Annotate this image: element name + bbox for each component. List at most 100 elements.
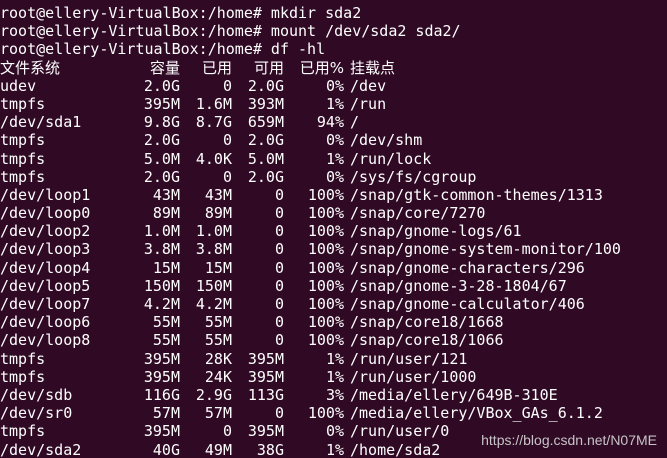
- cell-use-pct: 94%: [316, 113, 344, 132]
- cell-filesystem: udev: [0, 76, 37, 95]
- header-mounted-on: 挂载点: [350, 58, 396, 77]
- cell-used: 0: [222, 76, 232, 95]
- cell-avail: 5.0M: [247, 149, 284, 168]
- cell-used: 2.9G: [195, 385, 232, 404]
- cell-used: 24K: [204, 367, 232, 386]
- cell-filesystem: /dev/sr0: [0, 404, 73, 423]
- cell-filesystem: tmpfs: [0, 149, 46, 168]
- cell-filesystem: tmpfs: [0, 349, 46, 368]
- cell-used: 57M: [204, 404, 232, 423]
- cell-avail: 0: [274, 295, 284, 313]
- cell-used: 43M: [204, 185, 232, 204]
- cell-size: 89M: [152, 204, 180, 223]
- cell-used: 4.2M: [195, 295, 232, 313]
- cell-size: 395M: [143, 422, 180, 441]
- cell-size: 150M: [143, 276, 180, 295]
- cell-use-pct: 0%: [325, 422, 344, 441]
- df-row: /dev/sr0 57M 57M 0 100% /media/ellery/VBox_GA…: [0, 404, 667, 422]
- cell-filesystem: tmpfs: [0, 94, 46, 113]
- df-row: tmpfs 5.0M 4.0K 5.0M 1% /run/lock: [0, 150, 667, 168]
- cell-mounted-on: /run/lock: [350, 149, 432, 168]
- header-avail: 可用: [253, 58, 284, 77]
- command-line-df: root@ellery-VirtualBox:/home# df -hl: [0, 40, 326, 59]
- cell-avail: 393M: [247, 94, 284, 113]
- cell-used: 8.7G: [195, 113, 232, 132]
- cell-mounted-on: /home/sda2: [350, 440, 441, 458]
- cell-use-pct: 1%: [325, 349, 344, 368]
- df-row: /dev/loop5 150M 150M 0 100% /snap/gnome-3-28-…: [0, 277, 667, 295]
- cell-used: 1.0M: [195, 222, 232, 241]
- cell-use-pct: 0%: [325, 76, 344, 95]
- cell-filesystem: /dev/loop8: [0, 331, 91, 350]
- cell-mounted-on: /snap/core18/1668: [350, 313, 504, 332]
- cell-used: 15M: [204, 258, 232, 277]
- cell-avail: 0: [274, 185, 284, 204]
- cell-filesystem: /dev/sda2: [0, 440, 82, 458]
- cell-mounted-on: /snap/gnome-system-monitor/100: [350, 240, 621, 259]
- cell-use-pct: 100%: [307, 240, 344, 259]
- cell-used: 89M: [204, 204, 232, 223]
- df-row: /dev/loop0 89M 89M 0 100% /snap/core/7270: [0, 204, 667, 222]
- df-row: /dev/loop2 1.0M 1.0M 0 100% /snap/gnome-logs/…: [0, 222, 667, 240]
- cell-use-pct: 1%: [325, 367, 344, 386]
- cell-avail: 0: [274, 276, 284, 295]
- cell-filesystem: /dev/loop5: [0, 276, 91, 295]
- cell-use-pct: 1%: [325, 94, 344, 113]
- cell-mounted-on: /media/ellery/649B-310E: [350, 385, 558, 404]
- cell-avail: 0: [274, 331, 284, 350]
- cell-avail: 395M: [247, 422, 284, 441]
- cell-avail: 395M: [247, 349, 284, 368]
- terminal-window[interactable]: root@ellery-VirtualBox:/home# mkdir sda2…: [0, 0, 667, 458]
- cell-avail: 395M: [247, 367, 284, 386]
- cell-size: 4.2M: [143, 295, 180, 313]
- cell-size: 116G: [143, 385, 180, 404]
- df-rows: udev 2.0G 0 2.0G 0%/dev tmpfs 395M 1.6M 393M 1%/r…: [0, 77, 667, 458]
- command-line-mkdir: root@ellery-VirtualBox:/home# mkdir sda2: [0, 4, 362, 22]
- cell-size: 5.0M: [143, 149, 180, 168]
- cell-filesystem: /dev/loop0: [0, 204, 91, 223]
- cell-size: 9.8G: [143, 113, 180, 132]
- cell-used: 28K: [204, 349, 232, 368]
- df-row: /dev/loop4 15M 15M 0 100% /snap/gnome-charact…: [0, 259, 667, 277]
- df-row: tmpfs 395M 24K 395M 1% /run/user/1000: [0, 368, 667, 386]
- cell-avail: 0: [274, 222, 284, 241]
- cell-use-pct: 1%: [325, 440, 344, 458]
- cell-use-pct: 100%: [307, 258, 344, 277]
- cell-used: 0: [222, 131, 232, 150]
- cell-filesystem: /dev/sdb: [0, 385, 73, 404]
- df-row: /dev/sda1 9.8G 8.7G 659M 94% /: [0, 113, 667, 131]
- df-row: tmpfs 2.0G 0 2.0G 0% /sys/fs/cgroup: [0, 168, 667, 186]
- cell-mounted-on: /run/user/121: [350, 349, 468, 368]
- cell-mounted-on: /snap/core/7270: [350, 204, 486, 223]
- cell-use-pct: 100%: [307, 222, 344, 241]
- cell-mounted-on: /dev/shm: [350, 131, 423, 150]
- df-row: tmpfs 395M 1.6M 393M 1% /run: [0, 95, 667, 113]
- cell-avail: 659M: [247, 113, 284, 132]
- cell-avail: 0: [274, 240, 284, 259]
- cell-filesystem: tmpfs: [0, 167, 46, 186]
- cell-use-pct: 1%: [325, 149, 344, 168]
- cell-avail: 2.0G: [247, 131, 284, 150]
- cell-used: 0: [222, 167, 232, 186]
- cell-used: 55M: [204, 313, 232, 332]
- cell-size: 395M: [143, 367, 180, 386]
- cell-mounted-on: /media/ellery/VBox_GAs_6.1.2: [350, 404, 603, 423]
- cell-mounted-on: /snap/gnome-logs/61: [350, 222, 522, 241]
- header-size: 容量: [149, 58, 180, 77]
- cell-size: 43M: [152, 185, 180, 204]
- cell-mounted-on: /snap/gnome-3-28-1804/67: [350, 276, 567, 295]
- cell-use-pct: 100%: [307, 313, 344, 332]
- cell-filesystem: /dev/loop3: [0, 240, 91, 259]
- cell-use-pct: 100%: [307, 185, 344, 204]
- cell-avail: 0: [274, 258, 284, 277]
- cell-use-pct: 100%: [307, 204, 344, 223]
- cell-size: 55M: [152, 331, 180, 350]
- cell-filesystem: /dev/loop6: [0, 313, 91, 332]
- header-use-pct: 已用%: [299, 58, 344, 77]
- df-row: /dev/loop3 3.8M 3.8M 0 100% /snap/gnome-syste…: [0, 240, 667, 258]
- df-row: udev 2.0G 0 2.0G 0% /dev: [0, 77, 667, 95]
- cell-use-pct: 100%: [307, 276, 344, 295]
- cell-use-pct: 3%: [325, 385, 344, 404]
- cell-mounted-on: /snap/core18/1066: [350, 331, 504, 350]
- cell-size: 395M: [143, 94, 180, 113]
